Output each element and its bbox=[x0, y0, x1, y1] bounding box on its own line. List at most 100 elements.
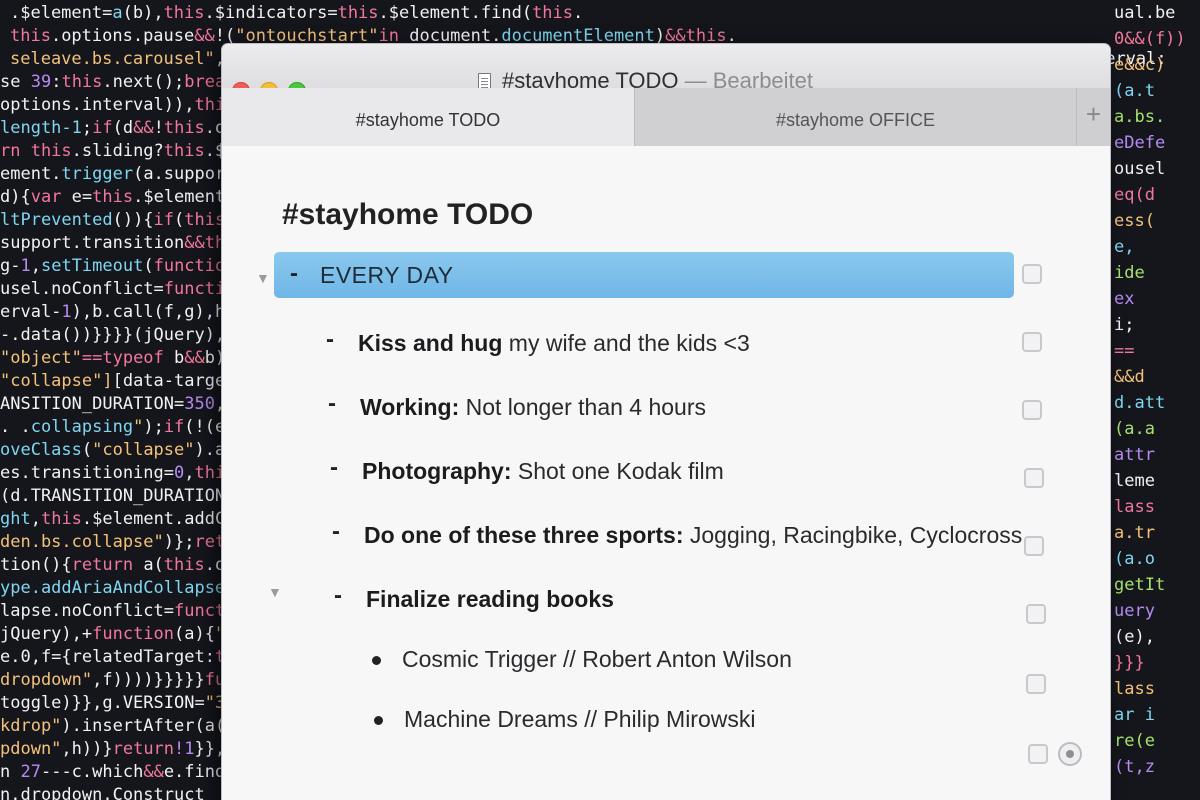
section-heading: EVERY DAY bbox=[320, 262, 454, 288]
code-line: eq(d bbox=[1114, 185, 1155, 205]
code-token: es.transitioning= bbox=[0, 463, 174, 483]
code-line: .$element=a(b),this.$indicators=this.$el… bbox=[10, 2, 583, 25]
code-token: support.transition bbox=[0, 233, 185, 253]
item-dash: - bbox=[328, 390, 336, 417]
code-token: 1 bbox=[61, 302, 72, 322]
code-line: i; bbox=[1114, 315, 1135, 335]
task-item-bold: Photography: bbox=[362, 458, 512, 484]
code-line: d.att bbox=[1114, 393, 1166, 413]
book-item: Cosmic Trigger // Robert Anton Wilson bbox=[402, 646, 792, 672]
code-line: -.data())}}}}(jQuery),+fu bbox=[0, 324, 256, 347]
code-line: 0&&(f)) bbox=[1114, 29, 1186, 49]
code-token: d){ bbox=[0, 187, 31, 207]
add-tab-button[interactable]: + bbox=[1076, 88, 1110, 146]
code-line: d){var e=this.$element.fi bbox=[0, 186, 256, 209]
disclosure-triangle-icon[interactable]: ▼ bbox=[256, 270, 270, 286]
sub-item-bullet bbox=[374, 716, 383, 725]
task-item-text: my wife and the kids <3 bbox=[502, 330, 750, 356]
code-line: attr bbox=[1114, 445, 1155, 465]
code-token: "collapse"] bbox=[0, 371, 113, 391]
task-checkbox[interactable] bbox=[1022, 400, 1042, 420]
code-token: this bbox=[163, 118, 205, 138]
task-checkbox[interactable] bbox=[1028, 744, 1048, 764]
code-token: !1 bbox=[174, 739, 195, 759]
code-token: in bbox=[378, 26, 399, 46]
code-token: (a){ bbox=[174, 624, 215, 644]
code-token: !( bbox=[214, 26, 236, 46]
task-item: Kiss and hug my wife and the kids <3 bbox=[358, 330, 750, 357]
code-token: , bbox=[30, 256, 41, 276]
code-line: e&&c) bbox=[1114, 55, 1166, 75]
code-token: trigger bbox=[61, 164, 134, 184]
code-token: ! bbox=[153, 118, 164, 138]
book-item: Machine Dreams // Philip Mirowski bbox=[404, 706, 756, 732]
code-token: return bbox=[112, 739, 175, 759]
code-token: ); bbox=[143, 417, 164, 437]
code-token: n bbox=[0, 762, 21, 782]
task-item-bold: Working: bbox=[360, 394, 460, 420]
disclosure-triangle-icon[interactable]: ▼ bbox=[268, 584, 282, 600]
document-content[interactable]: #stayhome TODO ▼ - EVERY DAY - Kiss and … bbox=[222, 146, 1110, 800]
task-checkbox[interactable] bbox=[1022, 264, 1042, 284]
code-line: g-1,setTimeout(function( bbox=[0, 255, 246, 278]
code-token: ,h))} bbox=[61, 739, 113, 759]
code-token: se bbox=[0, 72, 31, 92]
task-checkbox[interactable] bbox=[1026, 674, 1046, 694]
code-token: dropdown" bbox=[0, 670, 93, 690]
tab-stayhome-todo[interactable]: #stayhome TODO bbox=[222, 88, 634, 146]
title-bar[interactable]: #stayhome TODO — Bearbeitet bbox=[222, 44, 1110, 100]
code-line: usel.noConflict=function( bbox=[0, 278, 256, 301]
task-item-text: Jogging, Racingbike, Cyclocross bbox=[683, 522, 1023, 548]
tab-stayhome-office[interactable]: #stayhome OFFICE bbox=[634, 88, 1076, 146]
code-token: setTimeout bbox=[40, 256, 144, 276]
code-line: (t,z bbox=[1114, 757, 1155, 777]
code-line: se 39:this.next();break; bbox=[0, 71, 246, 94]
code-token: this bbox=[10, 26, 51, 46]
code-line: == bbox=[1114, 341, 1135, 361]
radio-button[interactable] bbox=[1058, 742, 1082, 766]
task-checkbox[interactable] bbox=[1026, 604, 1046, 624]
code-line: e, bbox=[1114, 237, 1135, 257]
code-line: ltPrevented()){if(this.sl bbox=[0, 209, 256, 232]
code-line: ex bbox=[1114, 289, 1135, 309]
task-checkbox[interactable] bbox=[1022, 332, 1042, 352]
code-line: pdown",h))}return!1}},g.p bbox=[0, 738, 256, 761]
code-token: a bbox=[112, 3, 123, 23]
code-token: var bbox=[30, 187, 62, 207]
code-token: collapsing bbox=[30, 417, 134, 437]
task-item-bold: Finalize reading books bbox=[366, 586, 614, 612]
code-token: return bbox=[71, 555, 134, 575]
code-line: ar i bbox=[1114, 705, 1155, 725]
code-line: (a.o bbox=[1114, 549, 1155, 569]
code-line: ide bbox=[1114, 263, 1145, 283]
code-token: : bbox=[51, 72, 62, 92]
code-line: ement.trigger(a.support.t bbox=[0, 163, 256, 186]
code-token: "object" bbox=[0, 348, 82, 368]
code-token: function bbox=[92, 624, 175, 644]
code-token: e= bbox=[61, 187, 93, 207]
code-token: "ontouchstart" bbox=[235, 26, 379, 46]
code-line: options.interval)),this}, bbox=[0, 94, 256, 117]
code-token: ght bbox=[0, 509, 31, 529]
code-token: length-1 bbox=[0, 118, 82, 138]
code-token: ltPrevented bbox=[0, 210, 113, 230]
code-token: . . bbox=[0, 417, 31, 437]
code-token: ( bbox=[81, 440, 93, 460]
code-token: this bbox=[532, 3, 574, 23]
document-title: #stayhome TODO bbox=[282, 198, 534, 231]
code-line: lass bbox=[1114, 497, 1155, 517]
code-token: document. bbox=[399, 26, 502, 46]
code-token: (b), bbox=[122, 3, 164, 23]
code-token: ),b.call(f,g),h bbox=[71, 302, 226, 322]
code-token: && bbox=[133, 118, 154, 138]
task-checkbox[interactable] bbox=[1024, 536, 1044, 556]
item-dash: - bbox=[332, 518, 340, 545]
task-checkbox[interactable] bbox=[1024, 468, 1044, 488]
code-token: oveClass bbox=[0, 440, 82, 460]
code-line: ual.be bbox=[1114, 3, 1176, 23]
code-token: ( bbox=[143, 256, 154, 276]
code-token: && bbox=[143, 762, 164, 782]
code-line: (a.t bbox=[1114, 81, 1155, 101]
code-token: , bbox=[184, 463, 195, 483]
tab-bar: #stayhome TODO #stayhome OFFICE + bbox=[222, 88, 1110, 146]
